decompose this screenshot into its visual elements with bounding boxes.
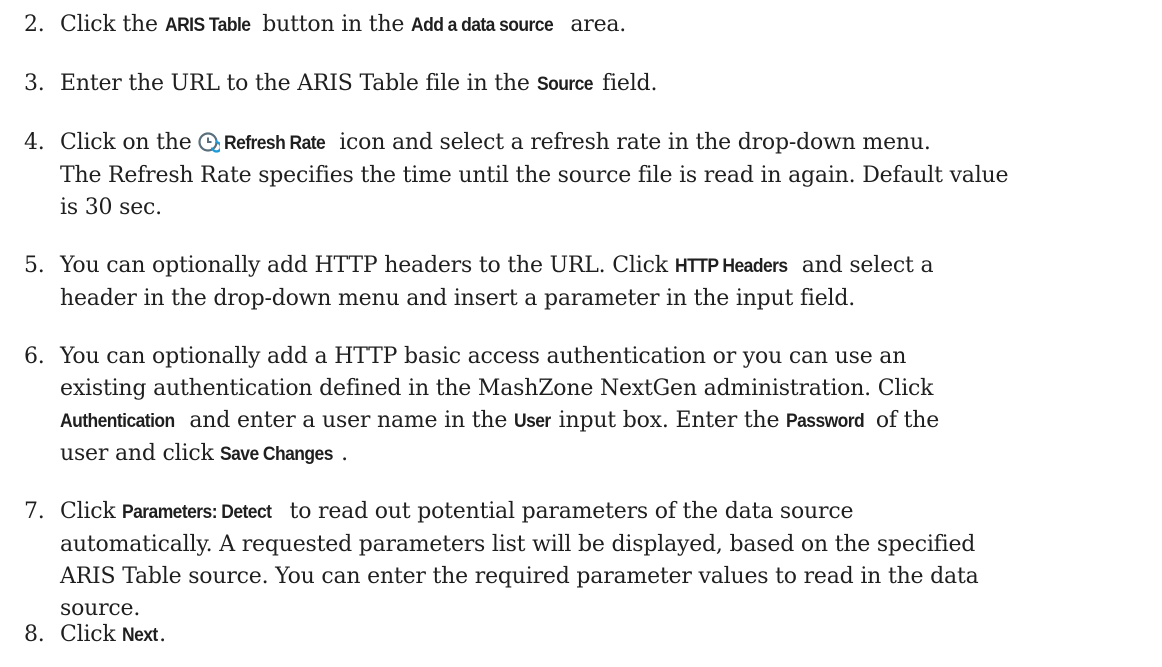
step-text-run: ARIS Table source. You can enter the req…: [60, 564, 979, 589]
step-text: Enter the URL to the ARIS Table file in …: [60, 68, 1154, 101]
refresh-rate-icon: [198, 131, 222, 153]
ui-term: Next: [122, 625, 159, 646]
step-number: 8.: [24, 622, 45, 647]
step-text-run: Click on the: [60, 130, 199, 155]
step-text-run: You can optionally add HTTP headers to t…: [60, 253, 675, 278]
step-number: 2.: [24, 12, 45, 37]
ui-term: ARIS Table: [164, 15, 251, 36]
step-text-run: header in the drop-down menu and insert …: [60, 286, 856, 311]
step-number: 7.: [24, 499, 45, 524]
step-text-run: .: [341, 441, 348, 466]
step-text-run: Enter the URL to the ARIS Table file in …: [60, 71, 537, 96]
step-number: 5.: [24, 253, 45, 278]
ui-term: Add a data source: [411, 15, 554, 36]
step-text: Click Next.: [60, 619, 1154, 652]
step-text-run: input box. Enter the: [551, 408, 787, 433]
step-text: Click the ARIS Table button in the Add a…: [60, 9, 1154, 42]
ui-term: Source: [536, 74, 594, 95]
step-text-run: and select a: [794, 253, 934, 278]
step-text-run: The Refresh Rate specifies the time unti…: [60, 163, 1009, 188]
ui-term: Save Changes: [220, 444, 334, 465]
step-text-run: to read out potential parameters of the …: [282, 499, 854, 524]
step-text-run: Click: [60, 622, 123, 647]
step-text: You can optionally add a HTTP basic acce…: [60, 341, 1154, 471]
step-text-run: Click the: [60, 12, 165, 37]
ui-term: Refresh Rate: [224, 133, 326, 154]
step-text-run: .: [159, 622, 166, 647]
step-text: Click on the Refresh Rate icon and selec…: [60, 127, 1154, 224]
step-text-run: button in the: [255, 12, 412, 37]
step-text-run: existing authentication defined in the M…: [60, 376, 934, 401]
step-text-run: field.: [595, 71, 658, 96]
ui-term: Parameters: Detect: [122, 502, 272, 523]
step-text-run: user and click: [60, 441, 221, 466]
step-text-run: and enter a user name in the: [182, 408, 514, 433]
step-text: Click Parameters: Detect to read out pot…: [60, 496, 1154, 625]
ui-term: User: [514, 411, 551, 432]
step-text: You can optionally add HTTP headers to t…: [60, 250, 1154, 315]
step-text-run: of the: [869, 408, 940, 433]
step-text-run: You can optionally add a HTTP basic acce…: [60, 344, 907, 369]
step-text-run: automatically. A requested parameters li…: [60, 532, 976, 557]
step-number: 3.: [24, 71, 45, 96]
step-text-run: source.: [60, 596, 141, 621]
step-text-run: is 30 sec.: [60, 195, 162, 220]
step-text-run: Click: [60, 499, 123, 524]
ui-term: Authentication: [60, 411, 175, 432]
ui-term: Password: [786, 411, 865, 432]
step-text-run: area.: [563, 12, 627, 37]
ui-term: HTTP Headers: [674, 256, 788, 277]
step-number: 6.: [24, 344, 45, 369]
step-number: 4.: [24, 130, 45, 155]
step-text-run: icon and select a refresh rate in the dr…: [332, 130, 931, 155]
